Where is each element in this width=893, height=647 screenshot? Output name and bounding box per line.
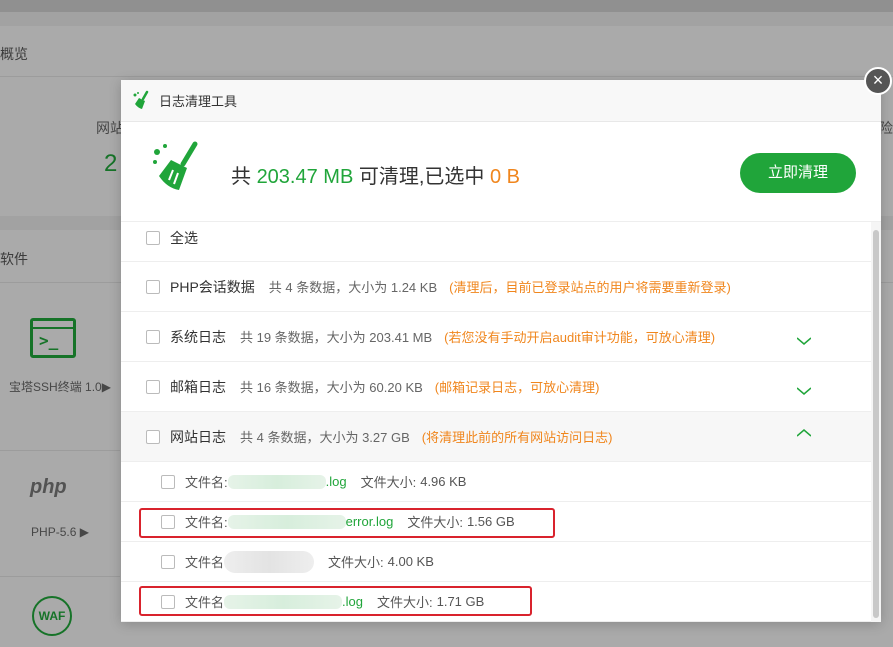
log-cleaner-dialog: 日志清理工具 共 203.47 MB 可清理,已选中 0 B 立即清理 全选 P… [121,80,881,622]
summary-panel: 共 203.47 MB 可清理,已选中 0 B 立即清理 [121,122,881,222]
category-note: (清理后，目前已登录站点的用户将需要重新登录) [449,280,731,295]
select-all-row[interactable]: 全选 [121,222,871,262]
file-checkbox[interactable] [161,474,175,489]
category-note: (邮箱记录日志，可放心清理) [434,380,600,395]
category-row-system-log[interactable]: 系统日志 共 19 条数据，大小为 203.41 MB (若您没有手动开启aud… [121,312,871,362]
category-checkbox[interactable] [146,279,160,294]
category-row-mail-log[interactable]: 邮箱日志 共 16 条数据，大小为 60.20 KB (邮箱记录日志，可放心清理… [121,362,871,412]
broom-icon [133,90,149,109]
summary-text: 共 203.47 MB 可清理,已选中 0 B [231,160,520,189]
summary-middle: 可清理,已选中 [358,166,485,188]
file-size: 4.00 KB [387,554,434,569]
redacted-filename [227,474,326,489]
category-meta: 共 4 条数据，大小为 1.24 KB [268,280,438,295]
category-checkbox[interactable] [146,429,160,444]
file-row[interactable]: 文件名: .log 文件大小: 4.96 KB [121,462,871,502]
selected-size: 0 B [489,166,521,188]
file-checkbox[interactable] [161,554,175,569]
log-list: 全选 PHP会话数据 共 4 条数据，大小为 1.24 KB (清理后，目前已登… [121,222,871,622]
dialog-title: 日志清理工具 [159,94,238,109]
highlight-box [139,586,532,616]
category-meta: 共 19 条数据，大小为 203.41 MB [240,330,433,345]
file-suffix: .log [325,474,347,489]
category-name: 网站日志 [170,428,226,445]
category-name: 邮箱日志 [170,378,226,395]
select-all-label: 全选 [170,229,198,246]
category-note: (若您没有手动开启audit审计功能，可放心清理) [444,330,716,345]
category-checkbox[interactable] [146,329,160,344]
file-label: 文件名 [185,555,225,570]
category-checkbox[interactable] [146,379,160,394]
clean-now-button[interactable]: 立即清理 [740,153,856,193]
chevron-up-icon[interactable] [797,426,811,440]
file-label: 文件名: [185,475,228,490]
highlight-box [139,508,555,538]
category-row-php-session[interactable]: PHP会话数据 共 4 条数据，大小为 1.24 KB (清理后，目前已登录站点… [121,262,871,312]
category-note: (将清理此前的所有网站访问日志) [421,430,613,445]
file-row[interactable]: 文件名 文件大小: 4.00 KB [121,542,871,582]
select-all-checkbox[interactable] [146,230,160,245]
file-size-label: 文件大小: [360,475,417,490]
category-meta: 共 4 条数据，大小为 3.27 GB [240,430,410,445]
scrollbar-thumb[interactable] [873,230,879,618]
redacted-filename [224,550,315,573]
summary-prefix: 共 [231,166,251,188]
category-name: PHP会话数据 [170,278,255,295]
chevron-down-icon[interactable] [797,384,811,398]
file-size: 4.96 KB [420,474,467,489]
close-dialog-button[interactable]: × [864,67,892,95]
broom-large-icon [153,141,198,190]
chevron-down-icon[interactable] [797,334,811,348]
category-name: 系统日志 [170,328,226,345]
total-size: 203.47 MB [256,166,354,188]
list-scrollbar[interactable] [871,222,881,622]
category-row-site-log[interactable]: 网站日志 共 4 条数据，大小为 3.27 GB (将清理此前的所有网站访问日志… [121,412,871,462]
category-meta: 共 16 条数据，大小为 60.20 KB [240,380,423,395]
dialog-header: 日志清理工具 [121,80,881,122]
file-size-label: 文件大小: [328,555,384,570]
